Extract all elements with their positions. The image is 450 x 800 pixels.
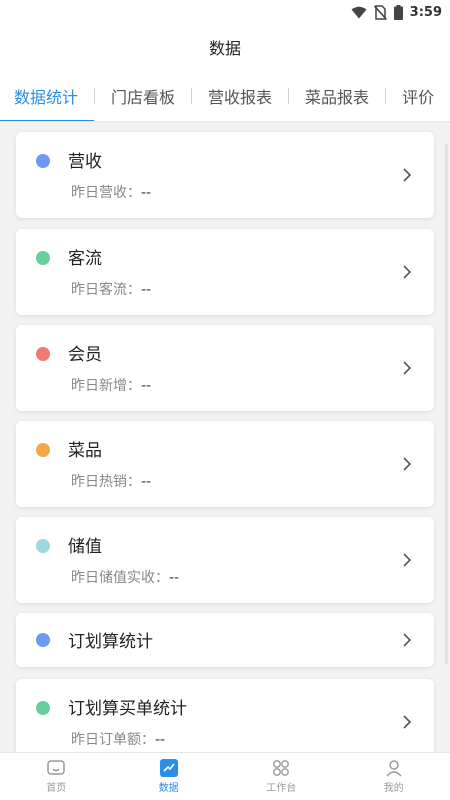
card-title: 营收 xyxy=(68,152,102,172)
card-subtitle: 昨日储值实收：-- xyxy=(71,567,179,587)
chart-icon xyxy=(159,759,178,777)
card-members[interactable]: 会员 昨日新增：-- xyxy=(16,325,434,411)
sub-value: -- xyxy=(141,474,152,490)
status-time: 3:59 xyxy=(409,4,442,20)
nav-profile[interactable]: 我的 xyxy=(338,753,450,800)
card-title: 储值 xyxy=(68,537,102,557)
card-title: 会员 xyxy=(68,345,102,365)
page-title: 数据 xyxy=(208,39,241,58)
no-sim-icon xyxy=(373,4,387,20)
tab-data-statistics[interactable]: 数据统计 xyxy=(0,70,95,121)
nav-label: 首页 xyxy=(46,783,67,794)
sub-label: 昨日新增： xyxy=(71,378,141,394)
grid-icon xyxy=(273,760,290,776)
chevron-right-icon xyxy=(403,715,412,729)
tab-revenue-report[interactable]: 营收报表 xyxy=(192,70,288,121)
chevron-right-icon xyxy=(403,168,412,182)
card-traffic[interactable]: 客流 昨日客流：-- xyxy=(16,229,434,315)
sub-value: -- xyxy=(141,185,152,201)
tab-label: 营收报表 xyxy=(208,87,273,107)
card-subtitle: 昨日热销：-- xyxy=(71,471,151,491)
card-dinghuasuan-checkout-stats[interactable]: 订划算买单统计 昨日订单额：-- xyxy=(16,679,434,752)
card-title: 菜品 xyxy=(68,441,102,461)
color-dot xyxy=(36,251,50,265)
card-subtitle: 昨日客流：-- xyxy=(71,279,151,299)
tab-label: 菜品报表 xyxy=(305,87,370,107)
card-title: 订划算统计 xyxy=(68,632,153,652)
card-title: 订划算买单统计 xyxy=(68,699,187,719)
sub-value: -- xyxy=(155,732,166,748)
nav-label: 我的 xyxy=(383,783,404,794)
tab-label: 评价 xyxy=(402,87,435,107)
stats-list: 营收 昨日营收：-- 客流 昨日客流：-- 会员 昨日新增：-- 菜品 昨日热销… xyxy=(0,122,450,752)
sub-label: 昨日客流： xyxy=(71,282,141,298)
color-dot xyxy=(36,443,50,457)
card-title: 客流 xyxy=(68,249,102,269)
color-dot xyxy=(36,633,50,647)
chevron-right-icon xyxy=(403,457,412,471)
card-subtitle: 昨日订单额：-- xyxy=(71,729,165,749)
sub-value: -- xyxy=(141,282,152,298)
tab-dish-report[interactable]: 菜品报表 xyxy=(289,70,385,121)
wifi-icon xyxy=(351,6,367,19)
home-icon xyxy=(47,760,65,775)
chevron-right-icon xyxy=(403,553,412,567)
sub-label: 昨日订单额： xyxy=(71,732,155,748)
tab-store-board[interactable]: 门店看板 xyxy=(95,70,191,121)
color-dot xyxy=(36,701,50,715)
chevron-right-icon xyxy=(403,265,412,279)
card-dishes[interactable]: 菜品 昨日热销：-- xyxy=(16,421,434,507)
chevron-right-icon xyxy=(403,633,412,647)
card-dinghuasuan-stats[interactable]: 订划算统计 xyxy=(16,613,434,667)
sub-label: 昨日营收： xyxy=(71,185,141,201)
header: 数据 xyxy=(0,24,450,70)
status-bar: 3:59 xyxy=(0,0,450,24)
card-subtitle: 昨日新增：-- xyxy=(71,375,151,395)
sub-value: -- xyxy=(169,570,180,586)
tab-label: 数据统计 xyxy=(14,87,79,107)
color-dot xyxy=(36,347,50,361)
tab-reviews[interactable]: 评价 xyxy=(386,70,450,121)
sub-value: -- xyxy=(141,378,152,394)
tab-bar: 数据统计 门店看板 营收报表 菜品报表 评价 xyxy=(0,70,450,122)
battery-icon xyxy=(393,4,403,20)
bottom-nav: 首页 数据 工作台 我的 xyxy=(0,752,450,800)
scrollbar[interactable] xyxy=(445,144,448,664)
card-subtitle: 昨日营收：-- xyxy=(71,182,151,202)
sub-label: 昨日储值实收： xyxy=(71,570,169,586)
nav-label: 数据 xyxy=(158,783,179,794)
nav-workbench[interactable]: 工作台 xyxy=(225,753,338,800)
card-revenue[interactable]: 营收 昨日营收：-- xyxy=(16,132,434,218)
chevron-right-icon xyxy=(403,361,412,375)
sub-label: 昨日热销： xyxy=(71,474,141,490)
nav-home[interactable]: 首页 xyxy=(0,753,113,800)
color-dot xyxy=(36,539,50,553)
person-icon xyxy=(386,760,402,777)
card-stored-value[interactable]: 储值 昨日储值实收：-- xyxy=(16,517,434,603)
nav-data[interactable]: 数据 xyxy=(113,753,226,800)
tab-label: 门店看板 xyxy=(111,87,176,107)
color-dot xyxy=(36,154,50,168)
nav-label: 工作台 xyxy=(266,783,297,794)
